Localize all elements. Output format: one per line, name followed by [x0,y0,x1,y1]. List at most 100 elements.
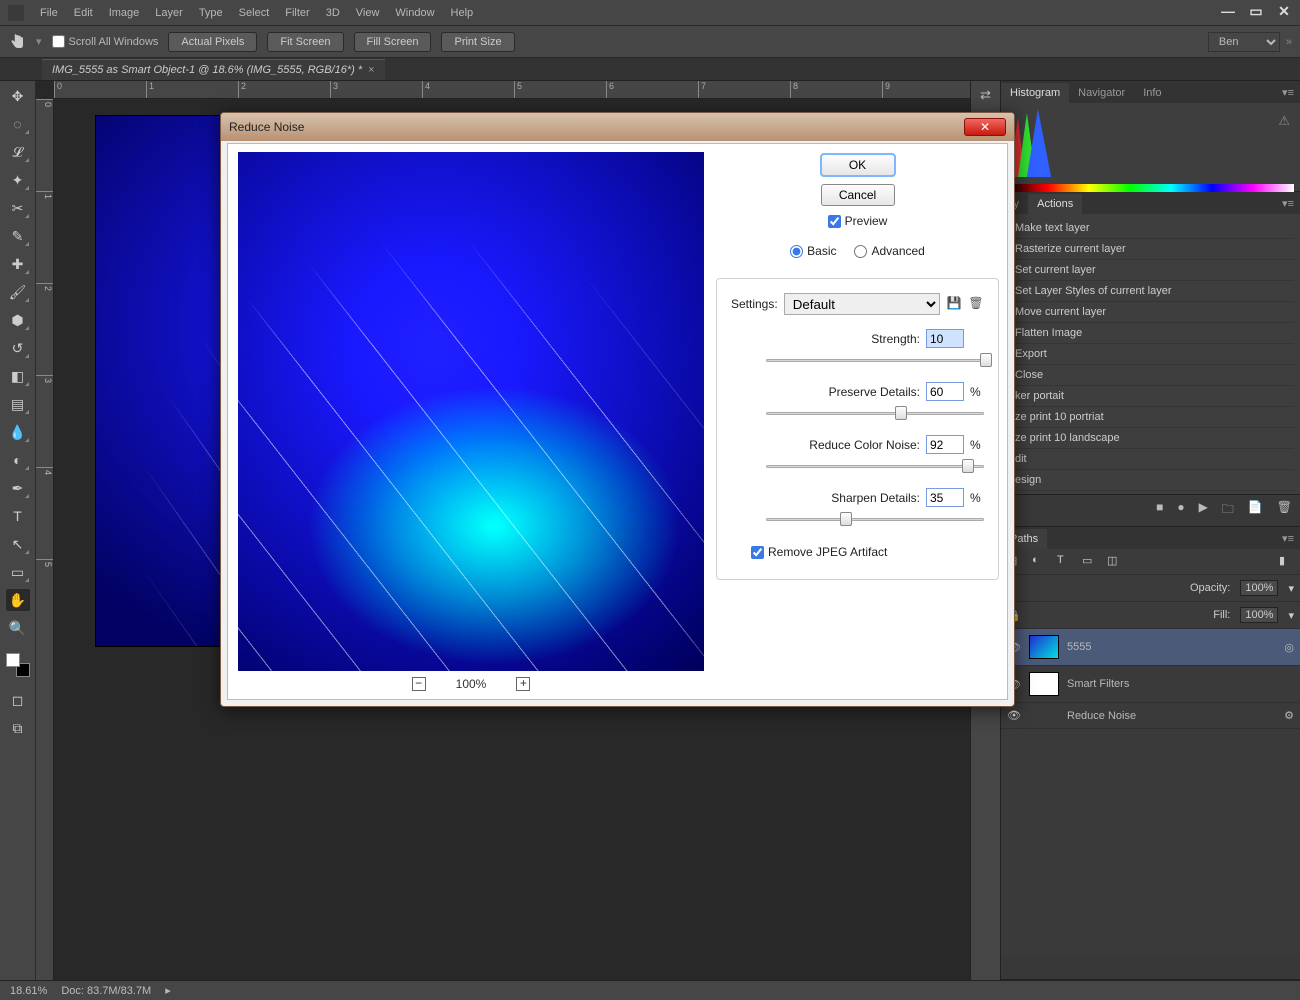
stamp-tool-icon[interactable]: ⬢ [6,309,30,331]
blur-tool-icon[interactable]: 💧 [6,421,30,443]
stop-icon[interactable]: ■ [1156,500,1163,521]
wand-tool-icon[interactable]: ✦ [6,169,30,191]
layers-list[interactable]: 👁 5555 ◎ 👁 Smart Filters 👁 Reduce Noise [1001,629,1300,955]
action-item[interactable]: ze print 10 landscape [1007,428,1294,449]
filter-smart-icon[interactable]: ◫ [1107,554,1122,569]
sharpen-details-input[interactable] [926,488,964,507]
action-item[interactable]: ker portait [1007,386,1294,407]
filter-shape-icon[interactable]: ▭ [1082,554,1097,569]
action-item[interactable]: Set Layer Styles of current layer [1007,281,1294,302]
menu-view[interactable]: View [356,7,380,19]
action-item[interactable]: Set current layer [1007,260,1294,281]
preserve-details-input[interactable] [926,382,964,401]
scroll-all-windows-checkbox[interactable]: Scroll All Windows [52,35,159,48]
menu-layer[interactable]: Layer [155,7,183,19]
preview-checkbox[interactable]: Preview [828,214,888,228]
record-icon[interactable]: ● [1177,500,1184,521]
doc-size-readout[interactable]: Doc: 83.7M/83.7M [61,985,151,997]
screenmode-icon[interactable]: ⧉ [6,717,30,739]
quickmask-icon[interactable]: ◻ [6,689,30,711]
menu-filter[interactable]: Filter [285,7,309,19]
settings-dropdown[interactable]: Default [784,293,940,315]
window-minimize-icon[interactable]: — [1218,4,1238,20]
filter-adjustment-icon[interactable]: ◐ [1032,554,1047,569]
window-close-icon[interactable]: ✕ [1274,4,1294,20]
panel-menu-icon[interactable]: ▾≡ [1276,528,1300,549]
action-item[interactable]: Make text layer [1007,218,1294,239]
strength-slider[interactable] [766,352,984,368]
visibility-icon[interactable]: 👁 [1007,709,1021,722]
play-icon[interactable]: ▶ [1199,500,1208,521]
lasso-tool-icon[interactable]: 𝓛 [6,141,30,163]
document-tab[interactable]: IMG_5555 as Smart Object-1 @ 18.6% (IMG_… [42,59,385,80]
menu-window[interactable]: Window [395,7,434,19]
reduce-color-noise-slider[interactable] [766,458,984,474]
new-folder-icon[interactable]: 🗀 [1222,500,1234,521]
actual-pixels-button[interactable]: Actual Pixels [168,32,257,52]
panel-menu-icon[interactable]: ▾≡ [1276,193,1300,214]
panel-collapse-icon[interactable]: » [1286,36,1292,48]
sharpen-details-slider[interactable] [766,511,984,527]
tab-histogram[interactable]: Histogram [1001,83,1069,103]
preview-image[interactable] [238,152,704,671]
path-select-tool-icon[interactable]: ↖ [6,533,30,555]
move-tool-icon[interactable]: ✥ [6,85,30,107]
smart-filters-row[interactable]: 👁 Smart Filters [1001,666,1300,703]
zoom-tool-icon[interactable]: 🔍 [6,617,30,639]
eraser-tool-icon[interactable]: ◧ [6,365,30,387]
cancel-button[interactable]: Cancel [821,184,895,206]
pen-tool-icon[interactable]: ✒ [6,477,30,499]
zoom-out-icon[interactable]: − [412,677,426,691]
eyedropper-tool-icon[interactable]: ✎ [6,225,30,247]
filter-row[interactable]: 👁 Reduce Noise ⚙ [1001,703,1300,729]
save-preset-icon[interactable]: 💾 [946,296,962,312]
tab-info[interactable]: Info [1134,83,1170,103]
menu-3d[interactable]: 3D [326,7,340,19]
menu-edit[interactable]: Edit [74,7,93,19]
trash-icon[interactable]: 🗑 [1277,500,1292,521]
filter-settings-icon[interactable]: ⚙ [1284,709,1294,722]
filter-toggle-icon[interactable]: ▮ [1279,554,1294,569]
tab-actions[interactable]: Actions [1028,194,1082,214]
menu-help[interactable]: Help [451,7,474,19]
dodge-tool-icon[interactable]: ◐ [6,449,30,471]
preserve-details-slider[interactable] [766,405,984,421]
healing-tool-icon[interactable]: ✚ [6,253,30,275]
action-item[interactable]: Flatten Image [1007,323,1294,344]
marquee-tool-icon[interactable]: ◌ [6,113,30,135]
mode-basic-radio[interactable]: Basic [790,244,836,258]
action-item[interactable]: Export [1007,344,1294,365]
tab-navigator[interactable]: Navigator [1069,83,1134,103]
action-item[interactable]: dit [1007,449,1294,470]
window-maximize-icon[interactable]: ▭ [1246,4,1266,20]
fill-screen-button[interactable]: Fill Screen [354,32,432,52]
crop-tool-icon[interactable]: ✂ [6,197,30,219]
reduce-color-noise-input[interactable] [926,435,964,454]
gradient-tool-icon[interactable]: ▤ [6,393,30,415]
shape-tool-icon[interactable]: ▭ [6,561,30,583]
panel-menu-icon[interactable]: ▾≡ [1276,82,1300,103]
action-item[interactable]: esign [1007,470,1294,491]
brush-tool-icon[interactable]: 🖌 [6,281,30,303]
menu-file[interactable]: File [40,7,58,19]
hand-tool-icon[interactable]: ✋ [6,589,30,611]
action-item[interactable]: Rasterize current layer [1007,239,1294,260]
fill-value[interactable]: 100% [1240,607,1278,623]
action-item[interactable]: Move current layer [1007,302,1294,323]
menu-type[interactable]: Type [199,7,223,19]
zoom-in-icon[interactable]: + [516,677,530,691]
print-size-button[interactable]: Print Size [441,32,514,52]
menu-image[interactable]: Image [109,7,140,19]
panel-icon-adjustments[interactable]: ⇄ [980,87,991,103]
zoom-readout[interactable]: 18.61% [10,985,47,997]
fit-screen-button[interactable]: Fit Screen [267,32,343,52]
opacity-value[interactable]: 100% [1240,580,1278,596]
workspace-dropdown[interactable]: Ben [1208,32,1280,52]
status-disclosure-icon[interactable]: ▸ [165,984,171,997]
history-brush-tool-icon[interactable]: ↺ [6,337,30,359]
new-action-icon[interactable]: 📄 [1248,500,1263,521]
menu-select[interactable]: Select [239,7,270,19]
histogram-warning-icon[interactable]: ⚠ [1278,113,1290,129]
delete-preset-icon[interactable]: 🗑 [968,296,984,312]
type-tool-icon[interactable]: T [6,505,30,527]
